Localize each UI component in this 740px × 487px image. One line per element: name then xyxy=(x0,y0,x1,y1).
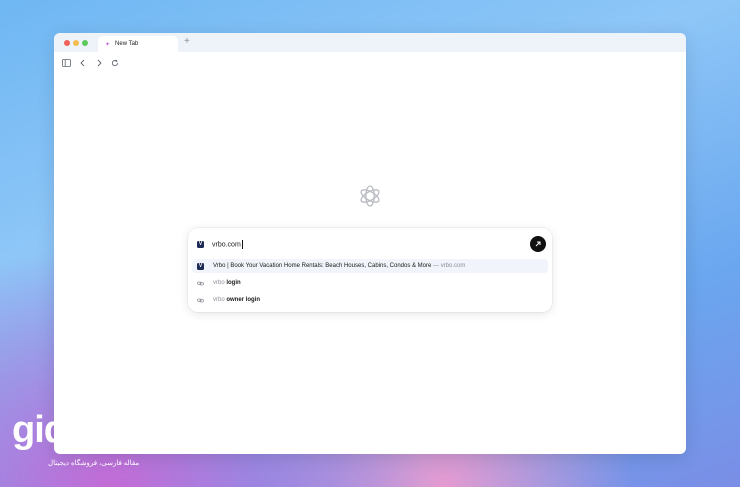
watermark-tagline: مقاله فارسی، فروشگاه دیجیتال xyxy=(48,460,140,467)
watermark-tld: .ir xyxy=(142,443,152,455)
omnibox-dropdown: V vrbo.com V Vrbo | Book Your Vacation H… xyxy=(188,228,552,312)
toolbar xyxy=(54,52,686,74)
omnibox-input-value: vrbo.com xyxy=(212,240,241,248)
maximize-window-button[interactable] xyxy=(82,40,88,46)
tab-new-tab[interactable]: ✦ New Tab xyxy=(98,36,178,52)
suggestion-prefix: vrbo xyxy=(213,280,225,286)
link-icon xyxy=(197,298,204,302)
tab-sparkle-icon: ✦ xyxy=(105,41,111,48)
suggestion-item-vrbo-login[interactable]: vrbo login xyxy=(192,276,548,290)
sidebar-toggle-icon[interactable] xyxy=(60,57,73,70)
suggestion-label: vrbo owner login xyxy=(213,297,260,303)
title-bar: ✦ New Tab + xyxy=(54,33,686,52)
link-icon xyxy=(197,281,204,285)
suggestion-label: Vrbo | Book Your Vacation Home Rentals: … xyxy=(213,263,465,269)
reload-icon[interactable] xyxy=(108,57,121,70)
tab-title: New Tab xyxy=(115,41,139,47)
suggestion-separator: — xyxy=(431,263,441,269)
suggestion-suffix: owner login xyxy=(224,297,261,303)
text-caret xyxy=(241,239,243,249)
suggestion-domain: vrbo.com xyxy=(440,263,466,269)
suggestion-label: vrbo login xyxy=(213,280,241,286)
omnibox-input-row[interactable]: V vrbo.com xyxy=(197,236,546,252)
suggestion-item-vrbo-site[interactable]: V Vrbo | Book Your Vacation Home Rentals… xyxy=(192,259,548,273)
suggestion-suffix: login xyxy=(224,280,241,286)
browser-window: ✦ New Tab + V vrbo.com V Vrbo | Book You… xyxy=(54,33,686,454)
minimize-window-button[interactable] xyxy=(73,40,79,46)
watermark: gidat .ir مقاله فارسی، فروشگاه دیجیتال xyxy=(12,409,151,467)
arrow-up-right-icon xyxy=(535,241,541,247)
site-favicon-icon: V xyxy=(197,262,204,270)
omnibox-input[interactable]: vrbo.com xyxy=(212,239,243,249)
suggestion-item-vrbo-owner-login[interactable]: vrbo owner login xyxy=(192,293,548,307)
site-favicon-icon: V xyxy=(197,240,204,248)
go-arrow-button[interactable] xyxy=(530,236,546,252)
back-icon[interactable] xyxy=(76,57,89,70)
suggestion-prefix: vrbo xyxy=(213,297,225,303)
forward-icon[interactable] xyxy=(92,57,105,70)
new-tab-button[interactable]: + xyxy=(184,35,190,49)
watermark-logo: gidat xyxy=(12,409,99,451)
suggestion-title: Vrbo | Book Your Vacation Home Rentals: … xyxy=(213,263,432,269)
openai-logo-icon xyxy=(357,183,383,209)
close-window-button[interactable] xyxy=(64,40,70,46)
